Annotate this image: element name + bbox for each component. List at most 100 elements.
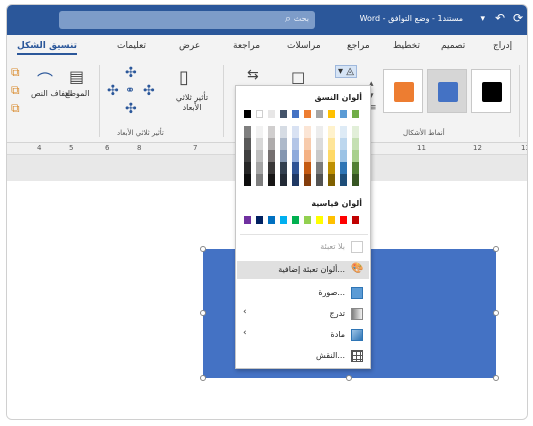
theme-shade-swatch[interactable]: [280, 174, 287, 186]
theme-shade-swatch[interactable]: [340, 150, 347, 162]
theme-shade-swatch[interactable]: [304, 126, 311, 138]
theme-shade-swatch[interactable]: [268, 138, 275, 150]
theme-shade-swatch[interactable]: [292, 174, 299, 186]
standard-color-swatch[interactable]: [280, 216, 287, 224]
position-icon[interactable]: ▤: [69, 67, 84, 86]
theme-shade-swatch[interactable]: [244, 126, 251, 138]
standard-color-swatch[interactable]: [340, 216, 347, 224]
theme-shade-swatch[interactable]: [340, 126, 347, 138]
theme-shade-swatch[interactable]: [352, 138, 359, 150]
wrap-text-icon[interactable]: ⌒: [37, 67, 53, 91]
theme-shade-swatch[interactable]: [268, 150, 275, 162]
theme-shade-swatch[interactable]: [256, 138, 263, 150]
autosave-icon[interactable]: ⟳: [513, 11, 523, 25]
theme-shade-swatch[interactable]: [316, 162, 323, 174]
theme-shade-swatch[interactable]: [244, 162, 251, 174]
bring-forward-icon[interactable]: ⧉: [11, 65, 20, 80]
theme-color-swatch[interactable]: [280, 110, 287, 118]
shape-fill-icon[interactable]: ▾ ◬: [335, 65, 357, 78]
shape-style-orange[interactable]: [383, 69, 423, 113]
theme-shade-swatch[interactable]: [292, 126, 299, 138]
standard-color-swatch[interactable]: [268, 216, 275, 224]
theme-color-swatch[interactable]: [304, 110, 311, 118]
theme-shade-swatch[interactable]: [328, 174, 335, 186]
theme-shade-swatch[interactable]: [316, 138, 323, 150]
resize-handle-top-right[interactable]: [493, 246, 499, 252]
theme-shade-swatch[interactable]: [340, 174, 347, 186]
theme-shade-swatch[interactable]: [268, 162, 275, 174]
resize-handle-middle-left[interactable]: [200, 310, 206, 316]
theme-shade-swatch[interactable]: [280, 126, 287, 138]
resize-handle-top-left[interactable]: [200, 246, 206, 252]
theme-color-swatch[interactable]: [316, 110, 323, 118]
tilt-left-icon[interactable]: ✣: [107, 83, 119, 99]
tab-design[interactable]: تصميم: [441, 41, 465, 51]
theme-shade-swatch[interactable]: [352, 162, 359, 174]
tab-mailings[interactable]: مراسلات: [287, 41, 321, 51]
standard-color-swatch[interactable]: [352, 216, 359, 224]
theme-shade-swatch[interactable]: [292, 138, 299, 150]
customize-toolbar-icon[interactable]: ▾: [480, 14, 485, 24]
picture-fill-item[interactable]: صورة...: [237, 284, 369, 302]
theme-shade-swatch[interactable]: [352, 150, 359, 162]
texture-fill-item[interactable]: مادة ‹: [237, 326, 369, 344]
tab-help[interactable]: تعليمات: [117, 41, 146, 51]
theme-shade-swatch[interactable]: [316, 150, 323, 162]
theme-shade-swatch[interactable]: [340, 162, 347, 174]
standard-color-swatch[interactable]: [256, 216, 263, 224]
3d-toggle-icon[interactable]: ⚭: [125, 83, 135, 97]
resize-handle-bottom-left[interactable]: [200, 375, 206, 381]
theme-shade-swatch[interactable]: [256, 174, 263, 186]
resize-handle-bottom-right[interactable]: [493, 375, 499, 381]
standard-color-swatch[interactable]: [244, 216, 251, 224]
theme-color-swatch[interactable]: [340, 110, 347, 118]
standard-color-swatch[interactable]: [304, 216, 311, 224]
standard-color-swatch[interactable]: [292, 216, 299, 224]
shape-style-blue[interactable]: [427, 69, 467, 113]
tab-view[interactable]: عرض: [179, 41, 200, 51]
theme-shade-swatch[interactable]: [244, 150, 251, 162]
theme-shade-swatch[interactable]: [280, 138, 287, 150]
theme-shade-swatch[interactable]: [304, 150, 311, 162]
theme-shade-swatch[interactable]: [328, 162, 335, 174]
tab-review[interactable]: مراجعة: [233, 41, 260, 51]
resize-handle-bottom-middle[interactable]: [346, 375, 352, 381]
gradient-fill-item[interactable]: تدرج ‹: [237, 305, 369, 323]
tilt-right-icon[interactable]: ✣: [143, 83, 155, 99]
theme-shade-swatch[interactable]: [328, 150, 335, 162]
3d-effects-label[interactable]: تأثير ثلاثي الأبعاد: [169, 93, 215, 113]
theme-shade-swatch[interactable]: [304, 138, 311, 150]
theme-shade-swatch[interactable]: [316, 126, 323, 138]
theme-shade-swatch[interactable]: [268, 126, 275, 138]
tab-shape-format[interactable]: تنسيق الشكل: [17, 41, 78, 55]
theme-color-swatch[interactable]: [268, 110, 275, 118]
tab-layout[interactable]: تخطيط: [393, 41, 420, 51]
theme-color-swatch[interactable]: [292, 110, 299, 118]
theme-shade-swatch[interactable]: [352, 174, 359, 186]
theme-shade-swatch[interactable]: [256, 126, 263, 138]
theme-shade-swatch[interactable]: [292, 162, 299, 174]
standard-color-swatch[interactable]: [328, 216, 335, 224]
theme-shade-swatch[interactable]: [256, 162, 263, 174]
theme-color-swatch[interactable]: [244, 110, 251, 118]
tab-references[interactable]: مراجع: [347, 41, 370, 51]
text-direction-icon[interactable]: ⇆: [247, 67, 259, 83]
theme-shade-swatch[interactable]: [244, 174, 251, 186]
theme-shade-swatch[interactable]: [352, 126, 359, 138]
send-backward-icon[interactable]: ⧉: [11, 83, 20, 98]
selection-pane-icon[interactable]: ⧉: [11, 101, 20, 116]
theme-shade-swatch[interactable]: [328, 126, 335, 138]
theme-shade-swatch[interactable]: [328, 138, 335, 150]
pattern-fill-item[interactable]: النقش...: [237, 347, 369, 365]
search-box[interactable]: بحث ⌕: [59, 11, 315, 29]
theme-color-swatch[interactable]: [256, 110, 263, 118]
shape-style-black[interactable]: [471, 69, 511, 113]
tilt-down-icon[interactable]: ✣: [125, 101, 137, 117]
theme-shade-swatch[interactable]: [256, 150, 263, 162]
theme-shade-swatch[interactable]: [280, 150, 287, 162]
standard-color-swatch[interactable]: [316, 216, 323, 224]
theme-color-swatch[interactable]: [352, 110, 359, 118]
theme-shade-swatch[interactable]: [304, 162, 311, 174]
resize-handle-middle-right[interactable]: [493, 310, 499, 316]
tab-insert[interactable]: إدراج: [493, 41, 512, 51]
